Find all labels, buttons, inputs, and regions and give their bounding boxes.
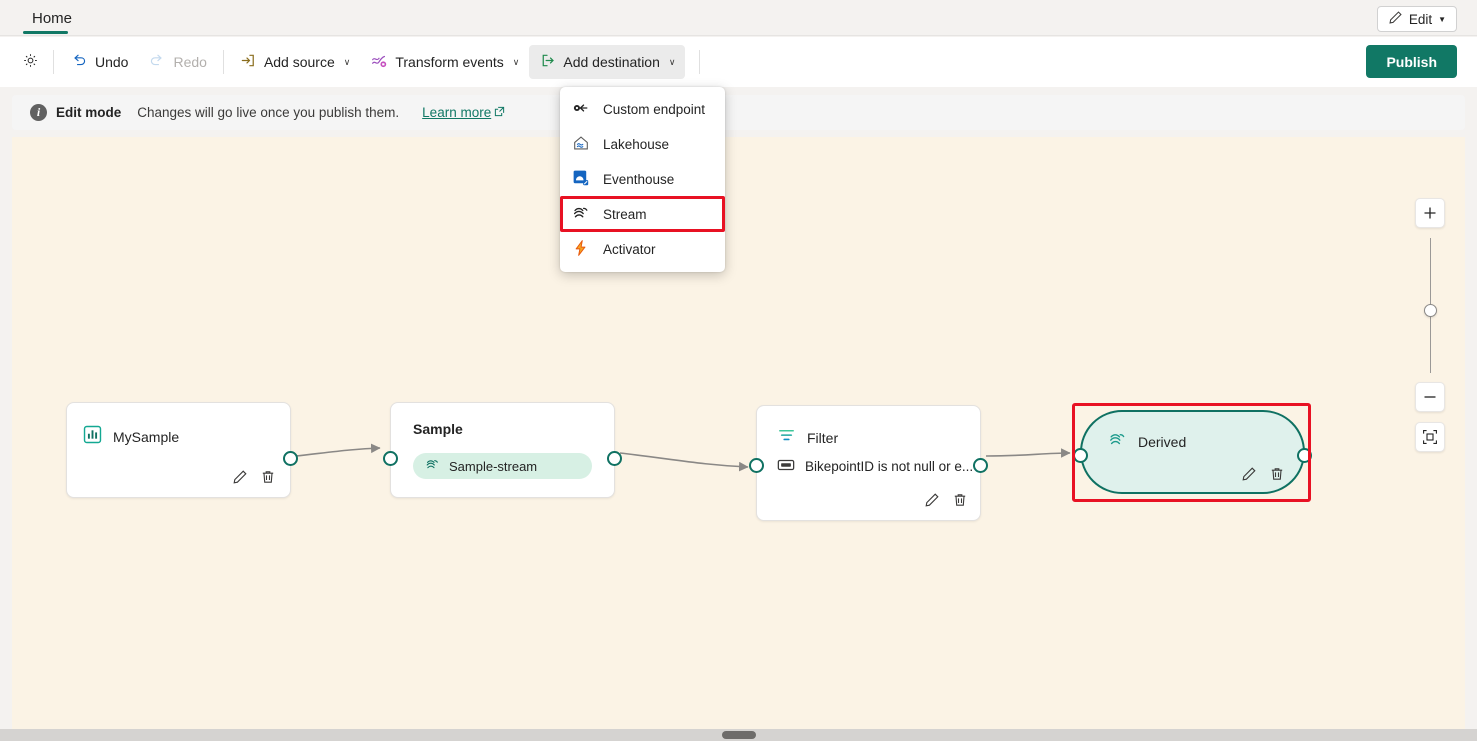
gear-icon	[22, 52, 39, 72]
menu-item-label-stream: Stream	[603, 207, 647, 222]
toolbar-divider	[53, 50, 54, 74]
toolbar: Undo Redo Add source ∨	[0, 37, 1477, 87]
menu-item-lakehouse[interactable]: Lakehouse	[560, 127, 725, 162]
add-source-label: Add source	[264, 54, 335, 70]
node-title-derived: Derived	[1138, 434, 1186, 450]
output-port-sample[interactable]	[607, 451, 622, 466]
filter-icon	[777, 426, 796, 450]
redo-label: Redo	[173, 54, 206, 70]
chart-source-icon	[83, 425, 102, 449]
sample-stream-label: Sample-stream	[449, 459, 537, 474]
publish-label: Publish	[1386, 54, 1437, 70]
node-filter[interactable]: Filter BikepointID is not null or e...	[756, 405, 981, 521]
redo-button[interactable]: Redo	[138, 45, 216, 79]
zoom-out-button[interactable]	[1415, 382, 1445, 412]
tab-home-label: Home	[32, 10, 72, 27]
node-mysample[interactable]: MySample	[66, 402, 291, 498]
edit-mode-banner: i Edit mode Changes will go live once yo…	[12, 95, 1465, 130]
title-bar: Home Edit ▼	[0, 0, 1477, 36]
filter-condition-label: BikepointID is not null or e...	[805, 459, 973, 474]
undo-label: Undo	[95, 54, 128, 70]
sample-stream-pill[interactable]: Sample-stream	[413, 453, 592, 479]
node-sample[interactable]: Sample Sample-stream	[390, 402, 615, 498]
zoom-in-button[interactable]	[1415, 198, 1445, 228]
menu-item-label-eventhouse: Eventhouse	[603, 172, 674, 187]
zoom-slider-thumb[interactable]	[1424, 304, 1437, 317]
output-port-filter[interactable]	[973, 458, 988, 473]
undo-button[interactable]: Undo	[60, 45, 138, 79]
eventhouse-icon	[572, 169, 590, 190]
settings-gear-button[interactable]	[14, 45, 47, 79]
node-title-mysample: MySample	[113, 429, 179, 445]
delete-node-button-mysample[interactable]	[260, 469, 276, 485]
activator-lightning-icon	[572, 239, 590, 260]
eventstream-editor: Home Edit ▼	[0, 0, 1477, 741]
add-destination-menu[interactable]: Custom endpoint Lakehouse E	[560, 87, 725, 272]
chevron-down-icon: ▼	[1438, 15, 1446, 24]
redo-arrow-icon	[148, 52, 166, 73]
learn-more-link[interactable]: Learn more	[422, 105, 505, 120]
horizontal-scrollbar[interactable]	[0, 729, 1477, 741]
input-port-filter[interactable]	[749, 458, 764, 473]
edit-node-button-filter[interactable]	[924, 492, 940, 508]
add-destination-label: Add destination	[563, 54, 660, 70]
add-source-button[interactable]: Add source ∨	[230, 45, 360, 79]
stream-icon	[425, 457, 440, 475]
node-title-filter: Filter	[807, 430, 838, 446]
delete-node-button-derived[interactable]	[1269, 466, 1285, 482]
output-port-derived[interactable]	[1297, 448, 1312, 463]
info-icon: i	[30, 104, 47, 121]
horizontal-scrollbar-thumb[interactable]	[722, 731, 756, 739]
menu-item-activator[interactable]: Activator	[560, 232, 725, 267]
menu-item-label-lakehouse: Lakehouse	[603, 137, 669, 152]
menu-item-label-activator: Activator	[603, 242, 656, 257]
edit-button-label: Edit	[1409, 12, 1432, 27]
tab-active-indicator	[23, 31, 68, 34]
chevron-down-icon: ∨	[513, 57, 520, 68]
edit-node-button-derived[interactable]	[1241, 466, 1257, 482]
banner-message: Changes will go live once you publish th…	[137, 105, 399, 120]
menu-item-custom-endpoint[interactable]: Custom endpoint	[560, 92, 725, 127]
undo-arrow-icon	[70, 52, 88, 73]
eventstream-canvas[interactable]: MySample Sample	[12, 137, 1465, 729]
banner-title: Edit mode	[56, 105, 121, 120]
node-derived[interactable]: Derived	[1080, 410, 1305, 494]
transform-events-icon	[370, 52, 388, 73]
output-port-mysample[interactable]	[283, 451, 298, 466]
menu-item-label-custom-endpoint: Custom endpoint	[603, 102, 705, 117]
condition-icon	[777, 458, 795, 475]
lakehouse-icon	[572, 134, 590, 155]
zoom-controls	[1415, 198, 1445, 443]
add-destination-button[interactable]: Add destination ∨	[529, 45, 685, 79]
edit-button[interactable]: Edit ▼	[1377, 6, 1457, 32]
toolbar-divider-2	[223, 50, 224, 74]
delete-node-button-filter[interactable]	[952, 492, 968, 508]
learn-more-label: Learn more	[422, 105, 491, 120]
transform-events-button[interactable]: Transform events ∨	[360, 45, 529, 79]
stream-icon	[572, 204, 590, 225]
chevron-down-icon: ∨	[344, 57, 351, 68]
node-title-sample: Sample	[413, 421, 463, 437]
toolbar-divider-3	[699, 50, 700, 74]
arrow-into-box-icon	[240, 52, 257, 72]
input-port-sample[interactable]	[383, 451, 398, 466]
custom-endpoint-icon	[572, 99, 590, 120]
transform-events-label: Transform events	[395, 54, 503, 70]
arrow-out-of-box-icon	[539, 52, 556, 72]
stream-icon	[1108, 430, 1127, 454]
input-port-derived[interactable]	[1073, 448, 1088, 463]
external-link-icon	[494, 105, 505, 120]
publish-button[interactable]: Publish	[1366, 45, 1457, 78]
pencil-icon	[1388, 10, 1403, 28]
menu-item-eventhouse[interactable]: Eventhouse	[560, 162, 725, 197]
menu-item-stream[interactable]: Stream	[560, 197, 725, 232]
chevron-down-icon: ∨	[669, 57, 676, 68]
edit-node-button-mysample[interactable]	[232, 469, 248, 485]
fit-to-screen-button[interactable]	[1415, 422, 1445, 452]
